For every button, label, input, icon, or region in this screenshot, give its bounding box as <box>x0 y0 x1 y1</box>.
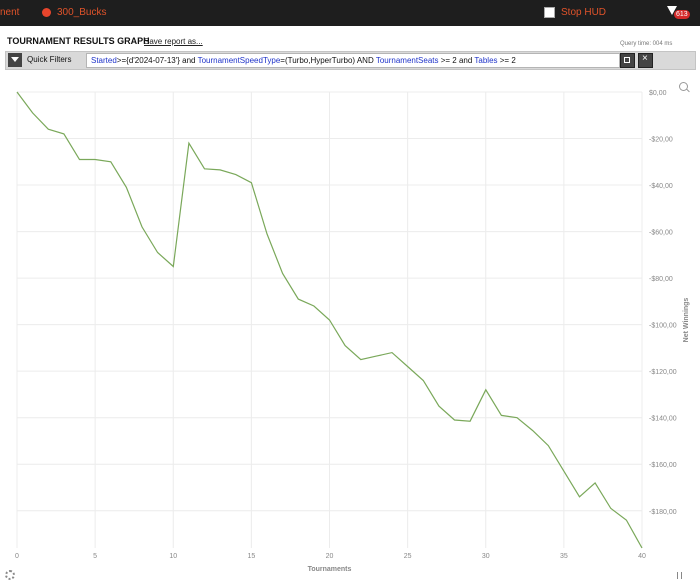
y-tick-label: -$100,00 <box>649 323 677 330</box>
save-filter-button[interactable] <box>620 53 635 68</box>
top-bar: nent 300_Bucks Stop HUD 613 <box>0 0 700 26</box>
top-bar-left-text[interactable]: nent <box>0 7 19 18</box>
y-tick-label: -$120,00 <box>649 369 677 376</box>
x-tick-label: 40 <box>638 553 646 560</box>
x-axis-title: Tournaments <box>308 566 352 573</box>
x-tick-label: 0 <box>15 553 19 560</box>
filter-text: >= 2 <box>497 56 516 65</box>
y-tick-label: -$140,00 <box>649 416 677 423</box>
filter-field: Tables <box>474 56 498 65</box>
stop-hud-label: Stop HUD <box>561 7 607 18</box>
filter-field: TournamentSeats <box>375 56 439 65</box>
filter-expression-input[interactable]: Started>={d'2024-07-13'} and TournamentS… <box>86 53 620 68</box>
user-icon <box>42 8 51 17</box>
page-title: TOURNAMENT RESULTS GRAPH <box>7 36 150 46</box>
quick-filters-bar: Quick Filters Started>={d'2024-07-13'} a… <box>5 51 696 70</box>
columns-icon[interactable] <box>677 572 682 579</box>
stop-hud-toggle[interactable]: Stop HUD <box>544 7 606 18</box>
filter-icon[interactable] <box>8 53 22 67</box>
filter-field: Started <box>91 56 117 65</box>
gear-icon[interactable] <box>5 570 15 580</box>
x-tick-label: 25 <box>404 553 412 560</box>
user-selector[interactable]: 300_Bucks <box>42 7 106 18</box>
query-time: Query time: 004 ms <box>620 41 673 47</box>
x-tick-label: 10 <box>169 553 177 560</box>
filter-text: =(Turbo,HyperTurbo) AND <box>280 56 376 65</box>
quick-filters-label: Quick Filters <box>27 55 72 64</box>
y-tick-label: $0,00 <box>649 90 667 97</box>
y-tick-label: -$40,00 <box>649 183 673 190</box>
x-tick-label: 35 <box>560 553 568 560</box>
user-label: 300_Bucks <box>57 7 107 18</box>
report-header: TOURNAMENT RESULTS GRAPH Save report as.… <box>0 34 700 48</box>
x-tick-label: 20 <box>326 553 334 560</box>
clear-filter-button[interactable] <box>638 53 653 68</box>
tournament-results-chart: $0,00 -$20,00 -$40,00 -$60,00 -$80,00 -$100,0… <box>15 90 690 573</box>
y-tick-label: -$60,00 <box>649 230 673 237</box>
notification-badge: 613 <box>674 10 690 19</box>
y-tick-label: -$180,00 <box>649 509 677 516</box>
stop-hud-checkbox[interactable] <box>544 7 555 18</box>
y-tick-label: -$160,00 <box>649 462 677 469</box>
x-tick-label: 5 <box>93 553 97 560</box>
x-tick-label: 30 <box>482 553 490 560</box>
y-tick-label: -$80,00 <box>649 276 673 283</box>
save-report-link[interactable]: Save report as... <box>144 37 203 46</box>
filter-text: >={d'2024-07-13'} and <box>116 56 198 65</box>
filter-field: TournamentSpeedType <box>197 56 281 65</box>
zoom-icon[interactable] <box>679 82 688 91</box>
x-tick-label: 15 <box>247 553 255 560</box>
y-tick-label: -$20,00 <box>649 137 673 144</box>
filter-text: >= 2 and <box>438 56 475 65</box>
y-axis-title: Net Winnings <box>683 298 690 343</box>
